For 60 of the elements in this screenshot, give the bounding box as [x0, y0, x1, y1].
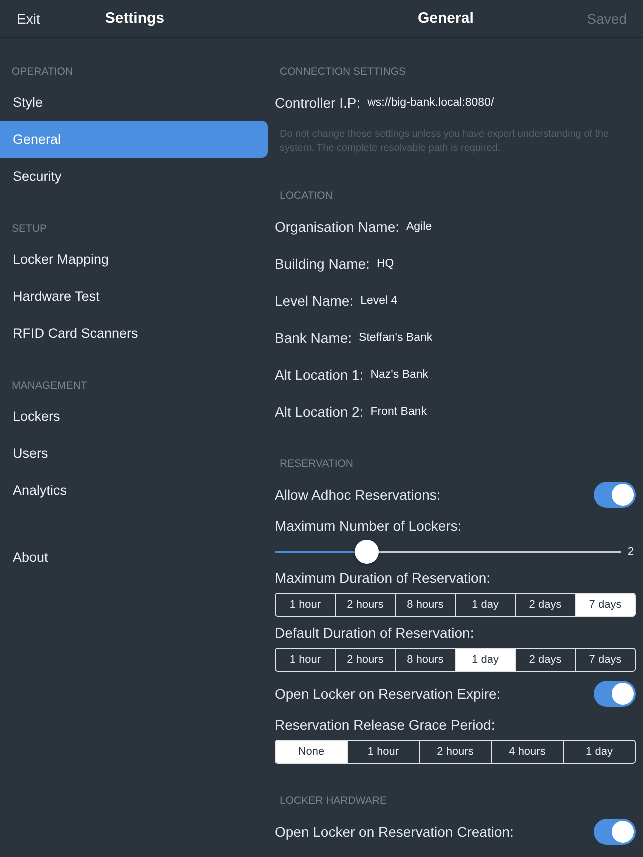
- field-label: Alt Location 1:: [275, 366, 364, 382]
- exit-button[interactable]: Exit: [17, 10, 40, 26]
- field-label: Alt Location 2:: [275, 404, 364, 420]
- section-header: SETUP: [11, 222, 48, 237]
- sidebar-item[interactable]: Locker Mapping: [0, 241, 268, 278]
- segment-option[interactable]: 2 hours: [335, 649, 395, 671]
- toggle-switch[interactable]: [594, 482, 636, 508]
- sidebar-item[interactable]: RFID Card Scanners: [0, 315, 268, 352]
- input-field[interactable]: HQ: [376, 258, 394, 270]
- segment-option[interactable]: 2 hours: [335, 594, 395, 616]
- input-field[interactable]: ws://big-bank.local:8080/: [368, 96, 494, 108]
- field-label: Building Name:: [275, 256, 370, 272]
- setting-label: Open Locker on Reservation Expire:: [275, 686, 501, 702]
- segment-option[interactable]: 1 day: [563, 741, 635, 763]
- input-field[interactable]: Naz's Bank: [370, 368, 429, 380]
- input-field[interactable]: Steffan's Bank: [359, 332, 433, 344]
- section-header: LOCKER HARDWARE: [279, 794, 388, 809]
- segment-option[interactable]: 8 hours: [395, 594, 455, 616]
- sidebar-item[interactable]: Style: [0, 84, 268, 121]
- sidebar-item[interactable]: About: [0, 539, 268, 576]
- setting-label: Reservation Release Grace Period:: [275, 717, 496, 733]
- section-header: CONNECTION SETTINGS: [279, 65, 408, 80]
- sidebar-title: Settings: [105, 10, 165, 27]
- segment-option[interactable]: 1 day: [455, 649, 515, 671]
- segment-option[interactable]: 4 hours: [491, 741, 563, 763]
- field-label: Organisation Name:: [275, 218, 400, 234]
- segment-option[interactable]: 7 days: [575, 649, 635, 671]
- segment-option[interactable]: 1 hour: [276, 649, 335, 671]
- section-header: RESERVATION: [279, 457, 355, 472]
- segment-option[interactable]: 7 days: [575, 594, 635, 616]
- field-label: Controller I.P:: [275, 94, 361, 110]
- segment-option[interactable]: 1 hour: [276, 594, 335, 616]
- page-title: General: [418, 10, 474, 27]
- setting-label: Maximum Number of Lockers:: [275, 518, 462, 534]
- slider-value: 2: [628, 546, 636, 558]
- field-label: Level Name:: [275, 292, 354, 308]
- input-field[interactable]: Agile: [406, 220, 432, 232]
- section-header: MANAGEMENT: [11, 379, 88, 394]
- sidebar-item[interactable]: Hardware Test: [0, 278, 268, 315]
- field-label: Bank Name:: [275, 330, 352, 346]
- setting-label: Allow Adhoc Reservations:: [275, 486, 441, 502]
- setting-label: Maximum Duration of Reservation:: [275, 570, 491, 586]
- input-field[interactable]: Front Bank: [370, 406, 427, 418]
- setting-label: Default Duration of Reservation:: [275, 625, 474, 641]
- section-header: LOCATION: [279, 189, 334, 204]
- segment-option[interactable]: 1 day: [455, 594, 515, 616]
- sidebar-item[interactable]: Security: [0, 158, 268, 195]
- setting-label: Open Locker on Reservation Creation:: [275, 824, 514, 840]
- segment-option[interactable]: None: [276, 741, 347, 763]
- section-header: OPERATION: [11, 65, 74, 80]
- input-field[interactable]: Level 4: [360, 294, 398, 306]
- slider[interactable]: [275, 540, 621, 564]
- toggle-switch[interactable]: [594, 680, 636, 706]
- sidebar-item[interactable]: Analytics: [0, 472, 268, 509]
- sidebar-item[interactable]: Users: [0, 435, 268, 472]
- segment-option[interactable]: 1 hour: [347, 741, 419, 763]
- segment-option[interactable]: 2 hours: [419, 741, 491, 763]
- segment-option[interactable]: 2 days: [515, 649, 575, 671]
- toggle-switch[interactable]: [594, 818, 636, 844]
- sidebar-item[interactable]: Lockers: [0, 398, 268, 435]
